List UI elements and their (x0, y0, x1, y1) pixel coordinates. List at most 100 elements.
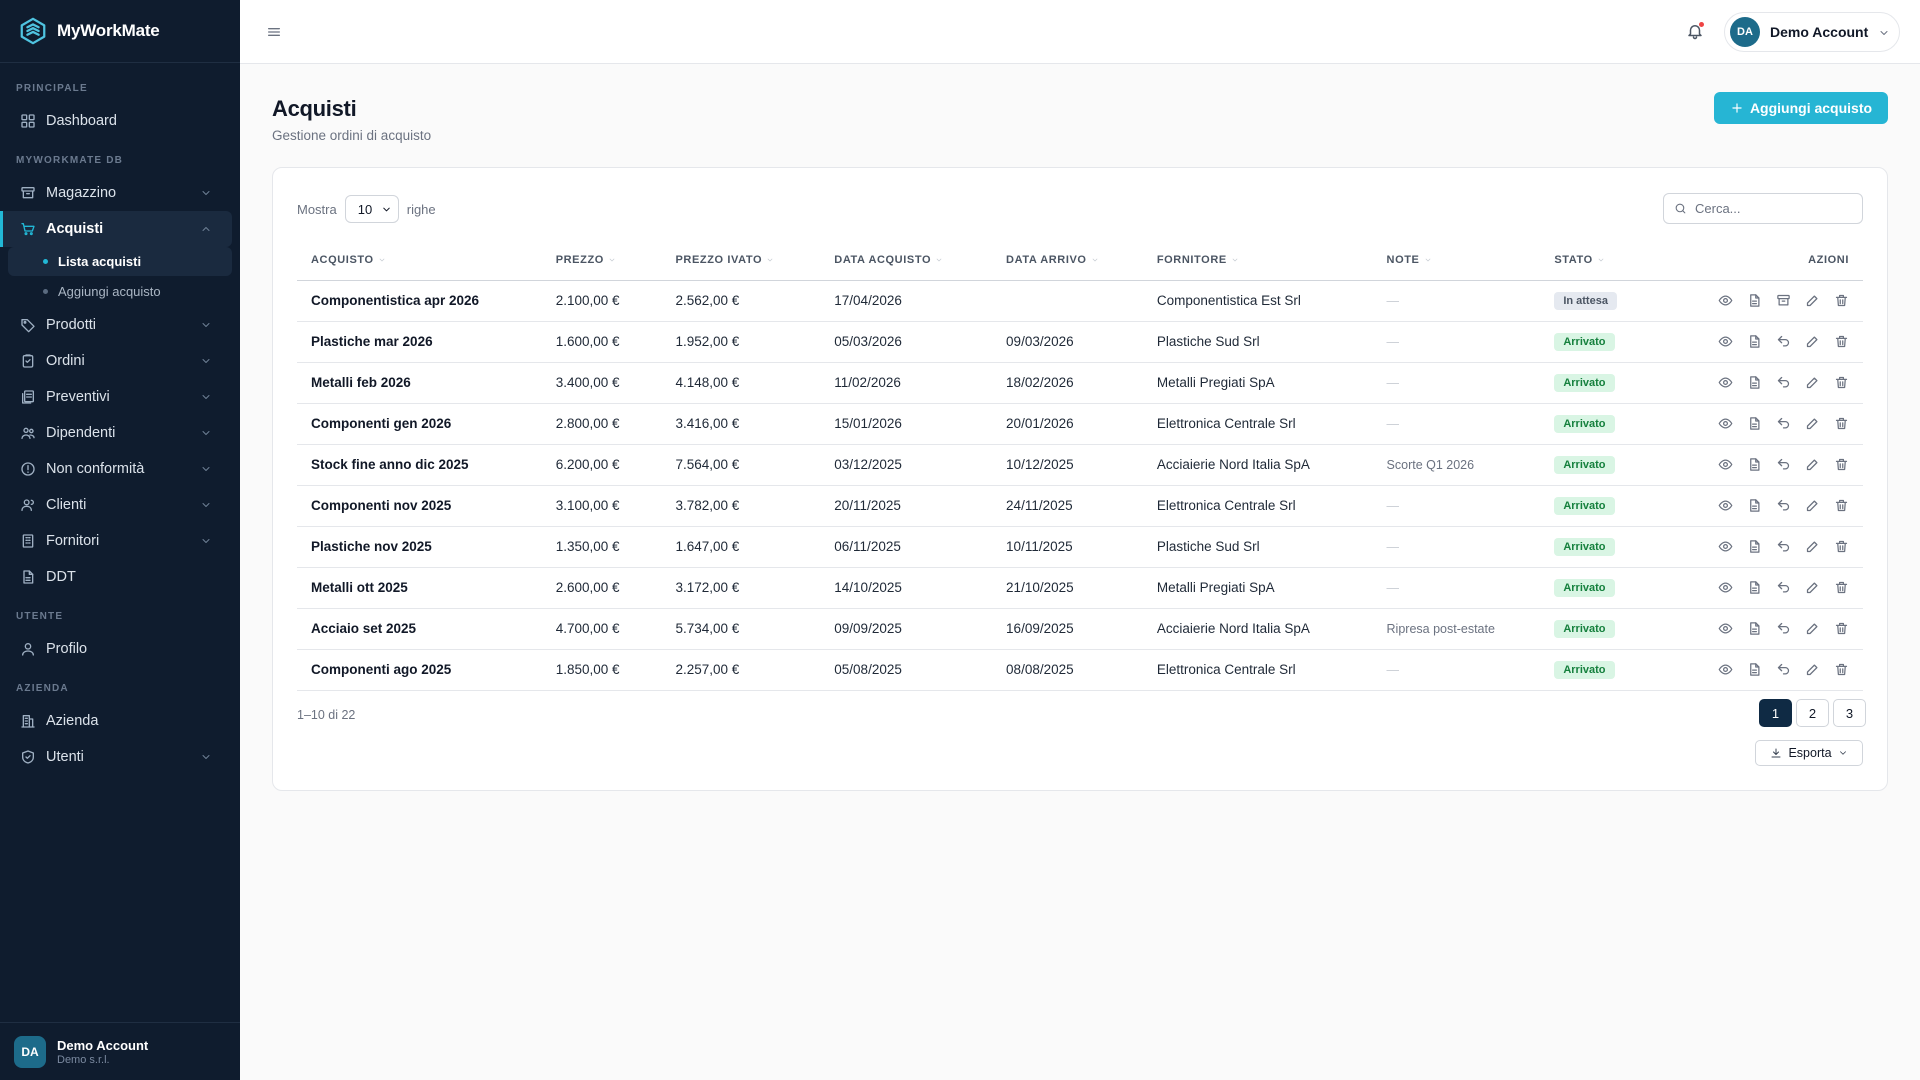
trash-icon[interactable] (1834, 293, 1849, 308)
cell-acquisto[interactable]: Acciaio set 2025 (297, 608, 542, 650)
column-header-prezzo[interactable]: PREZZO (541, 240, 662, 281)
view-icon[interactable] (1718, 662, 1733, 677)
edit-icon[interactable] (1805, 662, 1820, 677)
page-button-2[interactable]: 2 (1796, 699, 1829, 727)
cell-acquisto[interactable]: Componenti nov 2025 (297, 485, 542, 527)
trash-icon[interactable] (1834, 621, 1849, 636)
sidebar-item-fornitori[interactable]: Fornitori (0, 523, 232, 559)
undo-icon[interactable] (1776, 457, 1791, 472)
sidebar-item-dipendenti[interactable]: Dipendenti (0, 415, 232, 451)
view-icon[interactable] (1718, 375, 1733, 390)
table-row[interactable]: Stock fine anno dic 2025 6.200,00 €7.564,… (297, 444, 1863, 486)
export-button[interactable]: Esporta (1755, 740, 1863, 766)
document-icon[interactable] (1747, 416, 1762, 431)
trash-icon[interactable] (1834, 457, 1849, 472)
table-row[interactable]: Componenti gen 2026 2.800,00 €3.416,00 €1… (297, 403, 1863, 445)
view-icon[interactable] (1718, 334, 1733, 349)
view-icon[interactable] (1718, 539, 1733, 554)
document-icon[interactable] (1747, 457, 1762, 472)
table-row[interactable]: Acciaio set 2025 4.700,00 €5.734,00 €09/0… (297, 608, 1863, 650)
cell-acquisto[interactable]: Metalli ott 2025 (297, 567, 542, 609)
document-icon[interactable] (1747, 621, 1762, 636)
rows-select[interactable]: 10 (344, 195, 399, 223)
table-row[interactable]: Componentistica apr 2026 2.100,00 €2.562,… (297, 280, 1863, 322)
undo-icon[interactable] (1776, 580, 1791, 595)
trash-icon[interactable] (1834, 539, 1849, 554)
edit-icon[interactable] (1805, 580, 1820, 595)
column-header-data-arrivo[interactable]: DATA ARRIVO (992, 240, 1143, 281)
sidebar-subitem-lista-acquisti[interactable]: Lista acquisti (8, 247, 232, 276)
trash-icon[interactable] (1834, 375, 1849, 390)
table-row[interactable]: Metalli ott 2025 2.600,00 €3.172,00 €14/1… (297, 567, 1863, 609)
cell-acquisto[interactable]: Plastiche mar 2026 (297, 321, 542, 363)
sidebar-item-utenti[interactable]: Utenti (0, 739, 232, 775)
search-input[interactable] (1695, 201, 1855, 216)
document-icon[interactable] (1747, 334, 1762, 349)
page-button-3[interactable]: 3 (1833, 699, 1866, 727)
brand[interactable]: MyWorkMate (0, 0, 240, 63)
sidebar-subitem-aggiungi-acquisto[interactable]: Aggiungi acquisto (8, 277, 232, 306)
undo-icon[interactable] (1776, 539, 1791, 554)
document-icon[interactable] (1747, 498, 1762, 513)
view-icon[interactable] (1718, 498, 1733, 513)
edit-icon[interactable] (1805, 416, 1820, 431)
cell-acquisto[interactable]: Componenti ago 2025 (297, 649, 542, 691)
sidebar-item-dashboard[interactable]: Dashboard (0, 103, 232, 139)
trash-icon[interactable] (1834, 334, 1849, 349)
view-icon[interactable] (1718, 293, 1733, 308)
edit-icon[interactable] (1805, 375, 1820, 390)
edit-icon[interactable] (1805, 621, 1820, 636)
account-menu-button[interactable]: DA Demo Account (1724, 12, 1900, 52)
edit-icon[interactable] (1805, 457, 1820, 472)
column-header-fornitore[interactable]: FORNITORE (1142, 240, 1373, 281)
table-row[interactable]: Componenti ago 2025 1.850,00 €2.257,00 €0… (297, 649, 1863, 691)
sidebar-account[interactable]: DA Demo Account Demo s.r.l. (0, 1022, 240, 1080)
document-icon[interactable] (1747, 580, 1762, 595)
edit-icon[interactable] (1805, 293, 1820, 308)
undo-icon[interactable] (1776, 662, 1791, 677)
table-row[interactable]: Metalli feb 2026 3.400,00 €4.148,00 €11/0… (297, 362, 1863, 404)
column-header-note[interactable]: NOTE (1372, 240, 1541, 281)
sidebar-item-clienti[interactable]: Clienti (0, 487, 232, 523)
cell-acquisto[interactable]: Componenti gen 2026 (297, 403, 542, 445)
undo-icon[interactable] (1776, 498, 1791, 513)
document-icon[interactable] (1747, 293, 1762, 308)
cell-acquisto[interactable]: Plastiche nov 2025 (297, 526, 542, 568)
cell-acquisto[interactable]: Metalli feb 2026 (297, 362, 542, 404)
sidebar-item-preventivi[interactable]: Preventivi (0, 379, 232, 415)
sidebar-item-magazzino[interactable]: Magazzino (0, 175, 232, 211)
trash-icon[interactable] (1834, 580, 1849, 595)
archive-icon[interactable] (1776, 293, 1791, 308)
sidebar-item-azienda[interactable]: Azienda (0, 703, 232, 739)
undo-icon[interactable] (1776, 334, 1791, 349)
table-row[interactable]: Plastiche nov 2025 1.350,00 €1.647,00 €06… (297, 526, 1863, 568)
trash-icon[interactable] (1834, 498, 1849, 513)
undo-icon[interactable] (1776, 416, 1791, 431)
edit-icon[interactable] (1805, 334, 1820, 349)
page-button-1[interactable]: 1 (1759, 699, 1792, 727)
column-header-data-acquisto[interactable]: DATA ACQUISTO (820, 240, 993, 281)
sidebar-item-ordini[interactable]: Ordini (0, 343, 232, 379)
sidebar-item-non-conformita[interactable]: Non conformità (0, 451, 232, 487)
view-icon[interactable] (1718, 580, 1733, 595)
column-header-stato[interactable]: STATO (1540, 240, 1690, 281)
add-purchase-button[interactable]: Aggiungi acquisto (1714, 92, 1888, 124)
trash-icon[interactable] (1834, 662, 1849, 677)
undo-icon[interactable] (1776, 375, 1791, 390)
view-icon[interactable] (1718, 621, 1733, 636)
view-icon[interactable] (1718, 457, 1733, 472)
edit-icon[interactable] (1805, 539, 1820, 554)
sidebar-item-profilo[interactable]: Profilo (0, 631, 232, 667)
document-icon[interactable] (1747, 375, 1762, 390)
menu-icon[interactable] (266, 24, 282, 40)
column-header-acquisto[interactable]: ACQUISTO (297, 240, 542, 281)
undo-icon[interactable] (1776, 621, 1791, 636)
cell-acquisto[interactable]: Stock fine anno dic 2025 (297, 444, 542, 486)
table-row[interactable]: Plastiche mar 2026 1.600,00 €1.952,00 €05… (297, 321, 1863, 363)
table-row[interactable]: Componenti nov 2025 3.100,00 €3.782,00 €2… (297, 485, 1863, 527)
cell-acquisto[interactable]: Componentistica apr 2026 (297, 280, 542, 322)
trash-icon[interactable] (1834, 416, 1849, 431)
edit-icon[interactable] (1805, 498, 1820, 513)
sidebar-item-acquisti[interactable]: Acquisti (0, 211, 232, 247)
sidebar-item-prodotti[interactable]: Prodotti (0, 307, 232, 343)
